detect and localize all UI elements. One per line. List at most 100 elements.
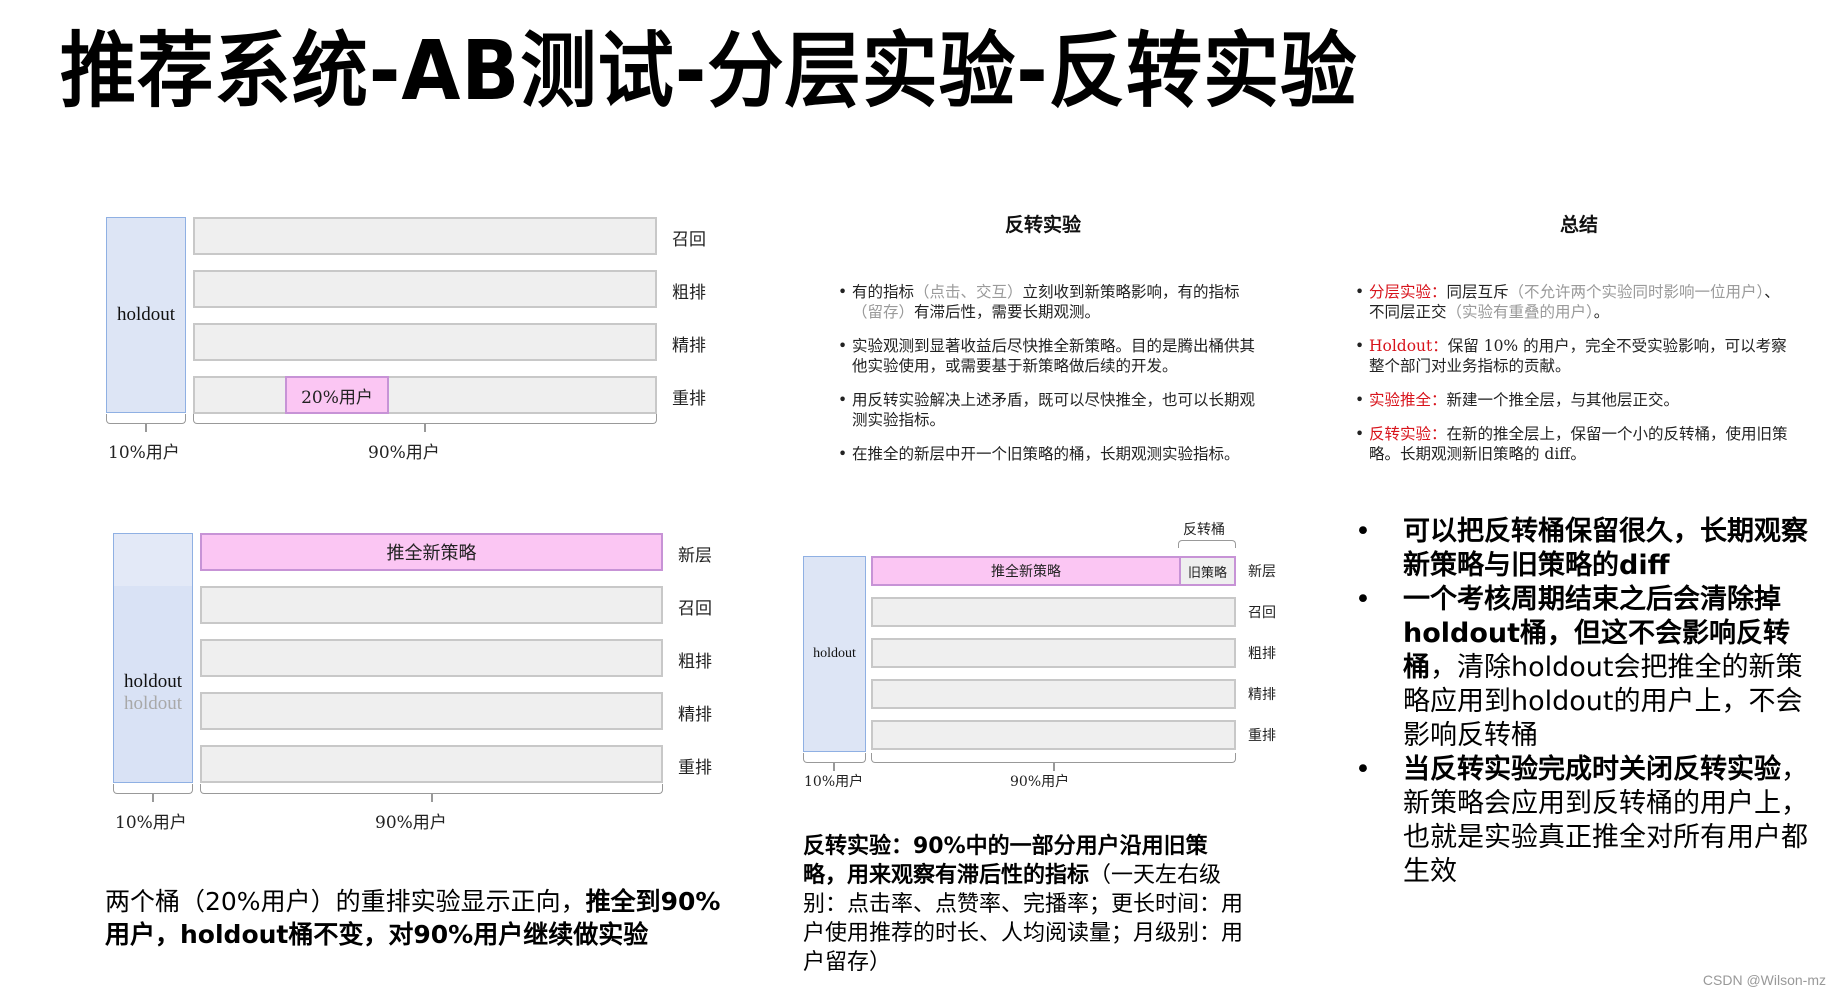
layer-bar-coarse-rank <box>200 639 663 677</box>
item-note: （实验有重叠的用户） <box>1446 303 1594 321</box>
note-item: • 当反转实验完成时关闭反转实验，新策略会应用到反转桶的用户上，也就是实验真正推… <box>1355 753 1825 889</box>
reverse-panel-item: 用反转实验解决上述矛盾，既可以尽快推全，也可以长期观测实验指标。 <box>838 390 1270 430</box>
note-item: • 可以把反转桶保留很久，长期观察新策略与旧策略的diff <box>1355 515 1825 583</box>
experiment-brace <box>871 753 1236 763</box>
item-text: 立刻收到新策略影响，有的指标 <box>1022 283 1240 301</box>
layer-label-rerank: 重排 <box>678 758 712 778</box>
summary-key: 实验推全： <box>1369 391 1447 409</box>
layer-bar-rerank <box>193 376 657 414</box>
layer-bar-recall <box>871 597 1236 627</box>
item-note: （点击、交互） <box>914 283 1023 301</box>
reverse-bucket-brace <box>1178 540 1236 548</box>
holdout-brace <box>113 784 193 794</box>
summary-item-holdout: Holdout：保留 10% 的用户，完全不受实验影响，可以考察整个部门对业务指… <box>1355 336 1795 376</box>
holdout-brace-tick <box>145 424 147 432</box>
reverse-panel-item: 在推全的新层中开一个旧策略的桶，长期观测实验指标。 <box>838 444 1270 464</box>
item-text: 同层互斥 <box>1446 283 1509 301</box>
layer-bar-fine-rank <box>193 323 657 361</box>
holdout-share-label: 10%用户 <box>115 813 187 833</box>
layer-bar-rerank <box>871 720 1236 750</box>
layer-bar-recall <box>200 586 663 624</box>
experiment-share-label: 90%用户 <box>1010 774 1070 790</box>
holdout-label: holdout <box>116 304 176 325</box>
reverse-panel-title: 反转实验 <box>1005 214 1082 236</box>
holdout-label-faded: holdout <box>123 693 183 714</box>
holdout-brace <box>106 414 186 424</box>
layer-label-recall: 召回 <box>678 599 712 619</box>
holdout-share-label: 10%用户 <box>108 443 180 463</box>
item-text: 新建一个推全层，与其他层正交。 <box>1446 391 1680 409</box>
holdout-bucket: holdout holdout <box>113 533 193 783</box>
reverse-panel-item: 实验观测到显著收益后尽快推全新策略。目的是腾出桶供其他实验使用，或需要基于新策略… <box>838 336 1270 376</box>
layer-label-rerank: 重排 <box>672 389 706 409</box>
layer-bar-coarse-rank <box>193 270 657 308</box>
holdout-brace-tick <box>833 763 835 771</box>
item-note: （留存） <box>852 303 915 321</box>
layer-label-fine-rank: 精排 <box>1248 687 1276 703</box>
summary-key: 反转实验： <box>1369 425 1447 443</box>
holdout-label: holdout <box>813 646 856 661</box>
layer-label-coarse-rank: 粗排 <box>672 283 706 303</box>
summary-item-layered: 分层实验：同层互斥（不允许两个实验同时影响一位用户）、不同层正交（实验有重叠的用… <box>1355 282 1795 322</box>
summary-item-rollout: 实验推全：新建一个推全层，与其他层正交。 <box>1355 390 1795 410</box>
experiment-brace <box>193 414 657 424</box>
reverse-panel-item: 有的指标（点击、交互）立刻收到新策略影响，有的指标 （留存）有滞后性，需要长期观测… <box>838 282 1270 322</box>
item-text: 。 <box>1593 303 1610 321</box>
experiment-share-label: 90%用户 <box>368 443 440 463</box>
summary-item-reverse: 反转实验：在新的推全层上，保留一个小的反转桶，使用旧策略。长期观测新旧策略的 d… <box>1355 424 1795 464</box>
reverse-panel-list: 有的指标（点击、交互）立刻收到新策略影响，有的指标 （留存）有滞后性，需要长期观测… <box>838 282 1270 478</box>
note-bold: 可以把反转桶保留很久，长期观察新策略与旧策略的diff <box>1403 516 1808 581</box>
layer-bar-recall <box>193 217 657 255</box>
slide-title: 推荐系统-AB测试-分层实验-反转实验 <box>60 24 1358 119</box>
bullet-icon: • <box>1355 516 1371 547</box>
holdout-label: holdout <box>123 671 183 692</box>
layer-label-recall: 召回 <box>672 230 706 250</box>
experiment-brace <box>200 784 663 794</box>
layer-label-coarse-rank: 粗排 <box>1248 646 1276 662</box>
experiment-bucket-label: 20%用户 <box>301 387 373 408</box>
reverse-bucket-title: 反转桶 <box>1183 522 1225 538</box>
reverse-bucket-old-strategy: 旧策略 <box>1179 556 1236 586</box>
summary-panel-list: 分层实验：同层互斥（不允许两个实验同时影响一位用户）、不同层正交（实验有重叠的用… <box>1355 282 1795 478</box>
layer-label-coarse-rank: 粗排 <box>678 652 712 672</box>
layer-label-fine-rank: 精排 <box>678 705 712 725</box>
notes-list: • 可以把反转桶保留很久，长期观察新策略与旧策略的diff • 一个考核周期结束… <box>1355 515 1825 889</box>
layer-label-fine-rank: 精排 <box>672 336 706 356</box>
experiment-brace-tick <box>431 794 433 802</box>
summary-key: 分层实验： <box>1369 283 1447 301</box>
layer-label-rerank: 重排 <box>1248 728 1276 744</box>
bullet-icon: • <box>1355 754 1371 785</box>
watermark: CSDN @Wilson-mz <box>1702 972 1826 988</box>
experiment-brace-tick <box>1053 763 1055 771</box>
experiment-bucket-20pct: 20%用户 <box>285 376 389 414</box>
caption-text: 两个桶（20%用户）的重排实验显示正向， <box>105 887 586 916</box>
reverse-bucket-label: 旧策略 <box>1187 565 1227 581</box>
summary-key: Holdout： <box>1369 337 1448 355</box>
layer-label-new: 新层 <box>678 546 712 566</box>
layer-bar-fine-rank <box>200 692 663 730</box>
note-text: ，清除holdout会把推全的新策略应用到holdout的用户上，不会影响反转桶 <box>1403 652 1803 751</box>
holdout-bucket: holdout <box>803 556 866 752</box>
holdout-share-label: 10%用户 <box>804 774 864 790</box>
layer-label-recall: 召回 <box>1248 605 1276 621</box>
rollout-bar-label: 推全新策略 <box>991 564 1061 580</box>
holdout-brace-tick <box>152 794 154 802</box>
item-text: 有滞后性，需要长期观测。 <box>914 303 1101 321</box>
caption-middle: 反转实验：90%中的一部分用户沿用旧策略，用来观察有滞后性的指标（一天左右级别：… <box>803 832 1243 977</box>
layer-bar-rerank <box>200 745 663 783</box>
summary-panel-title: 总结 <box>1560 214 1599 236</box>
caption-left: 两个桶（20%用户）的重排实验显示正向，推全到90%用户，holdout桶不变，… <box>105 885 725 951</box>
layer-bar-fine-rank <box>871 679 1236 709</box>
layer-label-new: 新层 <box>1248 564 1276 580</box>
item-note: （不允许两个实验同时影响一位用户） <box>1508 283 1765 301</box>
note-item: • 一个考核周期结束之后会清除掉holdout桶，但这不会影响反转桶，清除hol… <box>1355 583 1825 753</box>
experiment-share-label: 90%用户 <box>375 813 447 833</box>
rollout-bar-label: 推全新策略 <box>386 543 477 564</box>
layer-bar-coarse-rank <box>871 638 1236 668</box>
experiment-brace-tick <box>424 424 426 432</box>
new-layer-rollout-bar: 推全新策略 <box>871 556 1179 586</box>
item-text: 有的指标 <box>852 283 915 301</box>
new-layer-rollout-bar: 推全新策略 <box>200 533 663 571</box>
note-bold: 当反转实验完成时关闭反转实验 <box>1403 754 1781 785</box>
bullet-icon: • <box>1355 584 1371 615</box>
